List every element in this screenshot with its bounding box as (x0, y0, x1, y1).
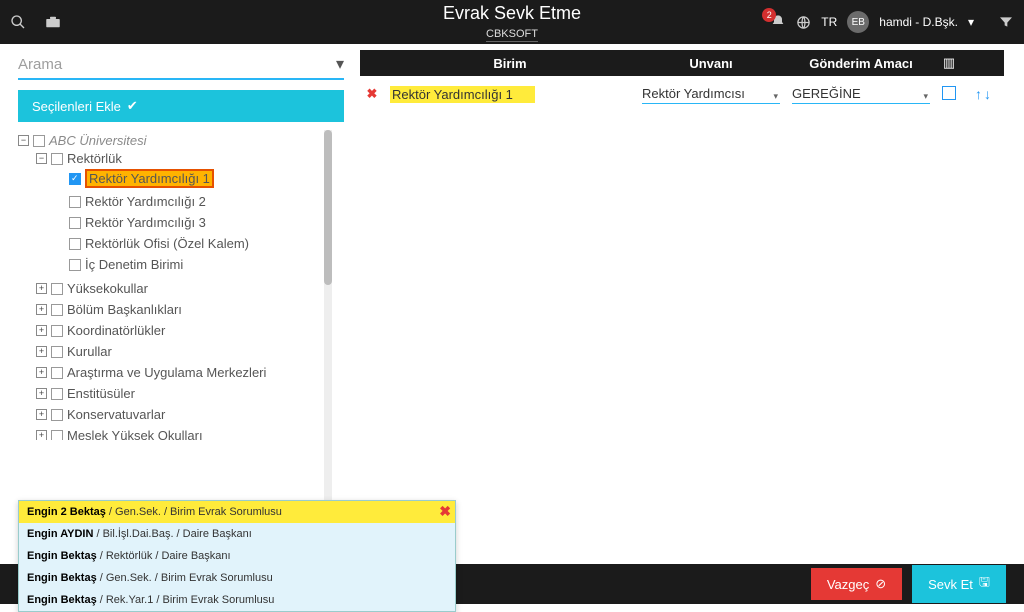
checkbox[interactable] (51, 153, 63, 165)
autocomplete-option[interactable]: Engin Bektaş / Rektörlük / Daire Başkanı (19, 545, 455, 567)
tree-node[interactable]: Koordinatörlükler (67, 323, 165, 338)
expand-icon[interactable]: + (36, 346, 47, 357)
checkbox[interactable] (51, 346, 63, 358)
purpose-select[interactable]: GEREĞİNE (792, 84, 930, 104)
tree-node[interactable]: Meslek Yüksek Okulları (67, 428, 203, 440)
expand-icon[interactable]: + (36, 367, 47, 378)
user-label[interactable]: hamdi - D.Bşk. (879, 15, 958, 29)
tree-root[interactable]: ABC Üniversitesi (49, 133, 147, 148)
move-down-icon[interactable]: ↓ (984, 86, 991, 102)
tree-node[interactable]: Rektörlük Ofisi (Özel Kalem) (85, 236, 249, 251)
person-autocomplete: ✖ Engin 2 Bektaş / Gen.Sek. / Birim Evra… (18, 500, 456, 612)
expand-icon[interactable]: + (36, 388, 47, 399)
grid-header: Birim Unvanı Gönderim Amacı ▥ (360, 50, 1004, 76)
submit-button[interactable]: Sevk Et 🖫 (912, 565, 1006, 603)
note-checkbox[interactable] (942, 86, 956, 100)
submit-label: Sevk Et (928, 577, 973, 592)
checkbox[interactable] (51, 367, 63, 379)
add-selected-label: Seçilenleri Ekle (32, 99, 121, 114)
page-subtitle: CBKSOFT (486, 28, 538, 42)
checkbox[interactable] (33, 135, 45, 147)
autocomplete-option[interactable]: Engin 2 Bektaş / Gen.Sek. / Birim Evrak … (19, 501, 455, 523)
app-header: Evrak Sevk Etme CBKSOFT 2 TR EB hamdi - … (0, 0, 1024, 44)
tree-vertical-scrollbar[interactable] (324, 130, 332, 543)
expand-icon[interactable]: + (36, 304, 47, 315)
tree-node-selected[interactable]: Rektör Yardımcılığı 1 (85, 169, 214, 188)
avatar[interactable]: EB (847, 11, 869, 33)
check-icon: ✔ (127, 98, 138, 114)
checkbox[interactable] (69, 217, 81, 229)
checkbox-checked[interactable] (69, 173, 81, 185)
cancel-icon: ⊘ (875, 576, 886, 592)
expand-icon[interactable]: + (36, 283, 47, 294)
unit-tree[interactable]: −ABC Üniversitesi −Rektörlük Rektör Yard… (18, 130, 344, 440)
tree-node[interactable]: Bölüm Başkanlıkları (67, 302, 182, 317)
tree-node[interactable]: Rektör Yardımcılığı 3 (85, 215, 206, 230)
unit-search-label: Arama (18, 56, 62, 73)
checkbox[interactable] (69, 259, 81, 271)
filter-icon[interactable] (998, 14, 1014, 30)
lang-label[interactable]: TR (821, 15, 837, 29)
search-icon[interactable] (10, 14, 26, 30)
cancel-button[interactable]: Vazgeç ⊘ (811, 568, 902, 600)
expand-icon[interactable]: + (36, 430, 47, 440)
tree-node[interactable]: Yüksekokullar (67, 281, 148, 296)
chevron-down-icon[interactable]: ▾ (968, 15, 974, 29)
tree-node[interactable]: Araştırma ve Uygulama Merkezleri (67, 365, 266, 380)
collapse-icon[interactable]: − (36, 153, 47, 164)
checkbox[interactable] (51, 388, 63, 400)
save-icon: 🖫 (979, 573, 990, 595)
tree-node[interactable]: Rektörlük (67, 151, 122, 166)
expand-icon[interactable]: + (36, 325, 47, 336)
new-doc-icon[interactable]: ▥ (943, 55, 955, 70)
move-up-icon[interactable]: ↑ (975, 86, 982, 102)
autocomplete-option[interactable]: Engin AYDIN / Bil.İşl.Dai.Baş. / Daire B… (19, 523, 455, 545)
tree-node[interactable]: Kurullar (67, 344, 112, 359)
checkbox[interactable] (69, 238, 81, 250)
collapse-icon[interactable]: − (18, 135, 29, 146)
checkbox[interactable] (51, 325, 63, 337)
checkbox[interactable] (69, 196, 81, 208)
tree-node[interactable]: Rektör Yardımcılığı 2 (85, 194, 206, 209)
checkbox[interactable] (51, 430, 63, 441)
autocomplete-option[interactable]: Engin Bektaş / Rek.Yar.1 / Birim Evrak S… (19, 589, 455, 611)
row-unit: Rektör Yardımcılığı 1 (390, 86, 535, 103)
checkbox[interactable] (51, 304, 63, 316)
briefcase-icon[interactable] (44, 13, 62, 31)
autocomplete-option[interactable]: Engin Bektaş / Gen.Sek. / Birim Evrak So… (19, 567, 455, 589)
col-unit: Birim (384, 56, 636, 71)
expand-icon[interactable]: + (36, 409, 47, 420)
unit-search[interactable]: Arama ▾ (18, 52, 344, 80)
checkbox[interactable] (51, 283, 63, 295)
chevron-down-icon[interactable]: ▾ (336, 54, 344, 74)
remove-row-icon[interactable]: ✖ (367, 86, 378, 101)
page-title: Evrak Sevk Etme (443, 3, 581, 24)
checkbox[interactable] (51, 409, 63, 421)
col-title: Unvanı (636, 56, 786, 71)
globe-icon[interactable] (796, 15, 811, 30)
notification-bell-icon[interactable]: 2 (770, 14, 786, 30)
add-selected-button[interactable]: Seçilenleri Ekle ✔ (18, 90, 344, 122)
tree-node[interactable]: Konservatuvarlar (67, 407, 165, 422)
tree-node[interactable]: İç Denetim Birimi (85, 257, 183, 272)
close-icon[interactable]: ✖ (439, 503, 451, 520)
cancel-label: Vazgeç (827, 577, 869, 592)
table-row: ✖ Rektör Yardımcılığı 1 Rektör Yardımcıs… (360, 76, 1004, 112)
title-select[interactable]: Rektör Yardımcısı (642, 84, 780, 104)
tree-node[interactable]: Enstitüsüler (67, 386, 135, 401)
col-purpose: Gönderim Amacı (786, 56, 936, 71)
